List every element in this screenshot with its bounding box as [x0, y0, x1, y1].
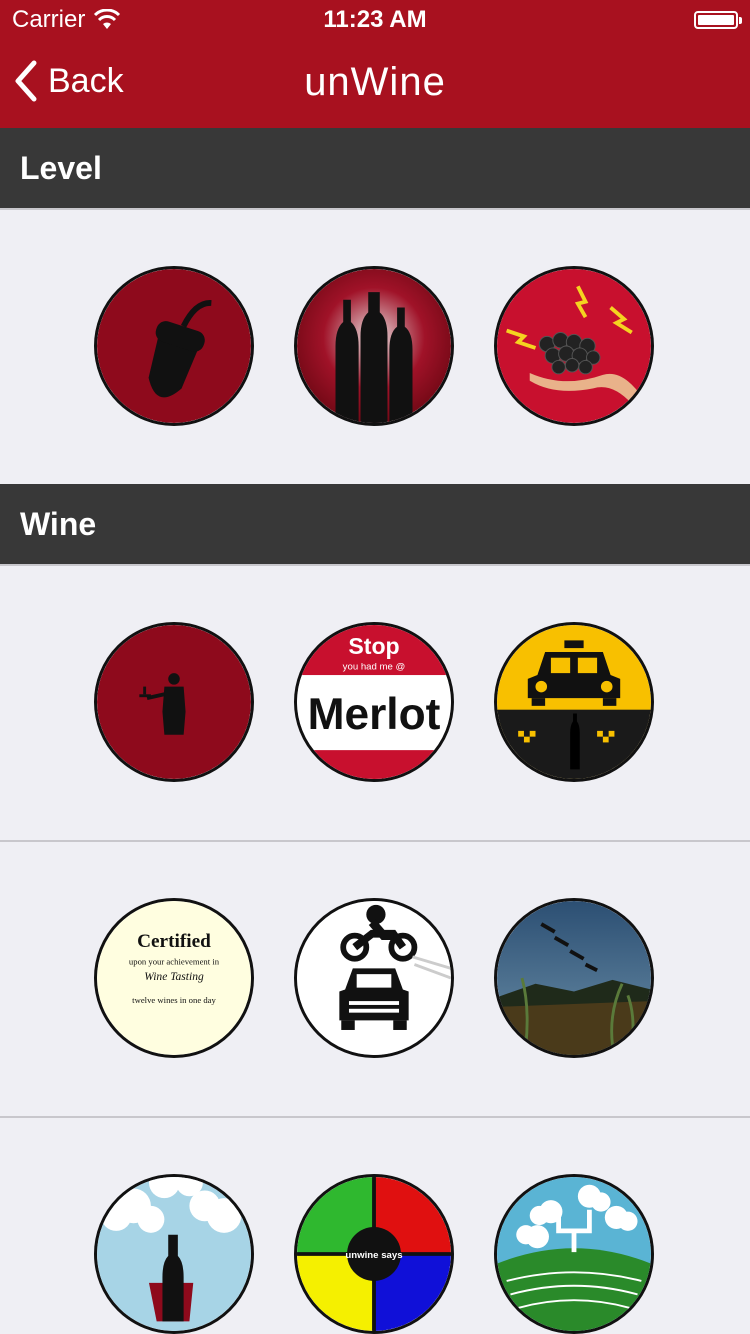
football-field-icon	[497, 1177, 651, 1331]
stop-merlot-icon: Stop you had me @ Merlot	[297, 625, 451, 779]
nav-bar: Back unWine	[0, 40, 750, 128]
simon-says-icon: unwine says	[297, 1177, 451, 1331]
certificate-icon: Certified upon your achievement in Wine …	[97, 901, 251, 1055]
badge-landscape[interactable]	[494, 898, 654, 1058]
stop-text: Stop	[348, 633, 399, 659]
badge-acorn[interactable]	[94, 266, 254, 426]
badge-taxi[interactable]	[494, 622, 654, 782]
badge-certified[interactable]: Certified upon your achievement in Wine …	[94, 898, 254, 1058]
badge-stop-merlot[interactable]: Stop you had me @ Merlot	[294, 622, 454, 782]
grapes-hand-icon	[497, 269, 651, 423]
divider	[0, 208, 750, 210]
superhero-bottle-icon	[97, 1177, 251, 1331]
badge-butler[interactable]	[94, 622, 254, 782]
badge-simon-says[interactable]: unwine says	[294, 1174, 454, 1334]
certified-text: Certified	[137, 931, 211, 952]
badge-football-field[interactable]	[494, 1174, 654, 1334]
merlot-text: Merlot	[308, 690, 441, 739]
divider	[0, 564, 750, 566]
butler-icon	[97, 625, 251, 779]
badge-grapes[interactable]	[494, 266, 654, 426]
cert-line2: Wine Tasting	[144, 971, 204, 983]
acorn-icon	[97, 269, 251, 423]
motorcycle-car-icon	[297, 901, 451, 1055]
cert-line1: upon your achievement in	[129, 957, 220, 967]
landscape-icon	[497, 901, 651, 1055]
divider	[0, 1116, 750, 1118]
cert-line3: twelve wines in one day	[132, 995, 216, 1005]
wine-bottles-icon	[297, 269, 451, 423]
badge-superhero-bottle[interactable]	[94, 1174, 254, 1334]
simon-text: unwine says	[345, 1250, 402, 1261]
you-had-me-text: you had me @	[343, 661, 406, 672]
section-header-wine: Wine	[0, 484, 750, 564]
battery-icon	[694, 11, 742, 29]
status-time: 11:23 AM	[323, 6, 427, 33]
taxi-icon	[497, 625, 651, 779]
status-bar: Carrier 11:23 AM	[0, 0, 750, 40]
app-logo: unWine	[304, 60, 446, 104]
divider	[0, 840, 750, 842]
badge-motorcycle-car[interactable]	[294, 898, 454, 1058]
section-header-level: Level	[0, 128, 750, 208]
badge-wine-bottles[interactable]	[294, 266, 454, 426]
